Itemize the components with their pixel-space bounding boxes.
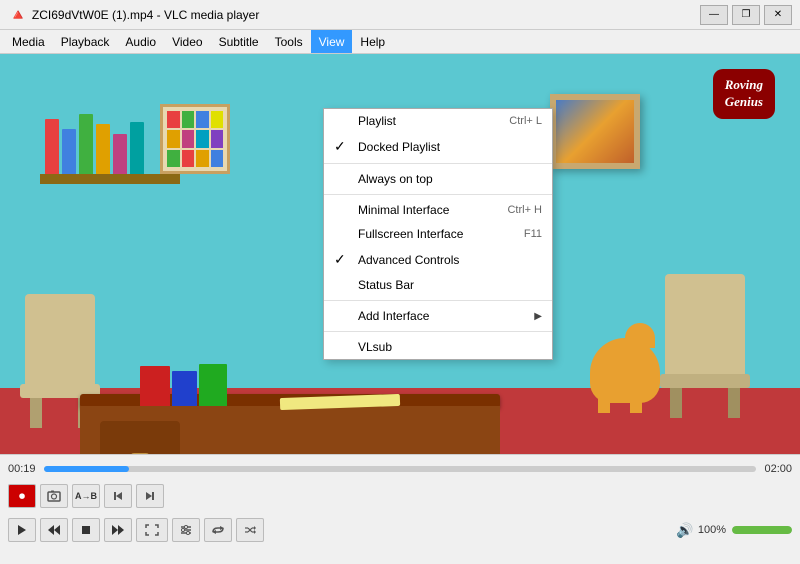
frame-prev-icon [112,490,124,502]
chair-back-left [25,294,95,384]
menu-item-docked-playlist[interactable]: ✓ Docked Playlist [324,133,552,160]
title-text: ZCI69dVtW0E (1).mp4 - VLC media player [32,8,700,22]
shelf-books [45,114,144,174]
snapshot-icon [47,489,61,503]
chair-seat-right [660,374,750,388]
menu-item-add-interface[interactable]: Add Interface ▶ [324,304,552,328]
fullscreen-label: Fullscreen Interface [358,227,524,241]
loop-icon [211,524,225,536]
picture-frame [550,94,640,169]
play-icon [16,524,28,536]
frame-prev-button[interactable] [104,484,132,508]
menu-video[interactable]: Video [164,30,210,53]
wall-art [160,104,230,174]
chair-leg-left-1 [30,398,42,428]
loop-button[interactable] [204,518,232,542]
check-advanced: ✓ [334,251,358,268]
progress-bar[interactable] [44,466,756,472]
minimal-shortcut: Ctrl+ H [507,204,542,216]
restore-button[interactable]: ❐ [732,5,760,25]
chair-back-right [665,274,745,374]
menu-help[interactable]: Help [352,30,393,53]
playlist-label: Playlist [358,114,509,128]
minimize-button[interactable]: — [700,5,728,25]
add-interface-arrow: ▶ [534,311,542,322]
roving-genius-logo: Roving Genius [713,69,775,119]
time-total: 02:00 [762,463,792,475]
fullscreen-icon [145,524,159,536]
app-icon: 🔺 [8,5,28,25]
fullscreen-btn[interactable] [136,518,168,542]
volume-percent: 100% [698,524,726,536]
menu-item-fullscreen[interactable]: Fullscreen Interface F11 [324,222,552,246]
play-button[interactable] [8,518,36,542]
shelf-board [40,174,180,184]
add-interface-label: Add Interface [358,309,534,323]
volume-fill [732,526,792,534]
menu-item-status-bar[interactable]: Status Bar [324,273,552,297]
menu-audio[interactable]: Audio [117,30,164,53]
separator-2 [324,194,552,195]
random-button[interactable] [236,518,264,542]
chair-leg-r2 [728,388,740,418]
prev-chapter-icon [47,524,61,536]
check-docked: ✓ [334,138,358,155]
frame-next-icon [144,490,156,502]
volume-bar[interactable] [732,526,792,534]
menu-bar: Media Playback Audio Video Subtitle Tool… [0,30,800,54]
fullscreen-shortcut: F11 [524,228,542,240]
chair-leg-r1 [670,388,682,418]
picture-inner [556,100,634,163]
random-icon [243,524,257,536]
controls-icon [179,524,193,536]
video-area: Roving Genius Playlist Ctrl+ L ✓ Docked … [0,54,800,508]
separator-4 [324,331,552,332]
advanced-label: Advanced Controls [358,253,542,267]
menu-item-vlsub[interactable]: VLsub [324,335,552,359]
toggle-controls-button[interactable] [172,518,200,542]
chair-right [660,288,750,418]
separator-1 [324,163,552,164]
playback-controls-row: 🔊 100% [0,513,800,547]
progress-area: 00:19 02:00 [0,459,800,479]
dinosaur [590,338,670,418]
volume-area: 🔊 100% [676,522,792,539]
menu-item-always-on-top[interactable]: Always on top [324,167,552,191]
menu-media[interactable]: Media [4,30,53,53]
time-current: 00:19 [8,463,38,475]
volume-icon[interactable]: 🔊 [676,522,693,539]
close-button[interactable]: ✕ [764,5,792,25]
vlsub-label: VLsub [358,340,542,354]
progress-fill [44,466,129,472]
menu-view[interactable]: View [311,30,353,53]
shelf [40,84,180,184]
menu-item-playlist[interactable]: Playlist Ctrl+ L [324,109,552,133]
frame-next-button[interactable] [136,484,164,508]
books-on-desk [140,364,227,406]
docked-playlist-label: Docked Playlist [358,140,542,154]
menu-playback[interactable]: Playback [53,30,118,53]
menu-subtitle[interactable]: Subtitle [211,30,267,53]
menu-tools[interactable]: Tools [267,30,311,53]
title-bar: 🔺 ZCI69dVtW0E (1).mp4 - VLC media player… [0,0,800,30]
loop-a-button[interactable]: A→B [72,484,100,508]
separator-3 [324,300,552,301]
menu-item-minimal[interactable]: Minimal Interface Ctrl+ H [324,198,552,222]
prev-chapter-button[interactable] [40,518,68,542]
always-on-top-label: Always on top [358,172,542,186]
view-dropdown-menu: Playlist Ctrl+ L ✓ Docked Playlist Alway… [323,108,553,360]
stop-icon [81,525,91,535]
stop-button[interactable] [72,518,100,542]
menu-item-advanced[interactable]: ✓ Advanced Controls [324,246,552,273]
window-controls: — ❐ ✕ [700,5,792,25]
status-bar-label: Status Bar [358,278,542,292]
next-chapter-icon [111,524,125,536]
advanced-controls-row: ⏺ A→B [0,479,800,513]
minimal-label: Minimal Interface [358,203,507,217]
snapshot-button[interactable] [40,484,68,508]
next-chapter-button[interactable] [104,518,132,542]
playlist-shortcut: Ctrl+ L [509,115,542,127]
bottom-controls: 00:19 02:00 ⏺ A→B [0,454,800,564]
record-button[interactable]: ⏺ [8,484,36,508]
